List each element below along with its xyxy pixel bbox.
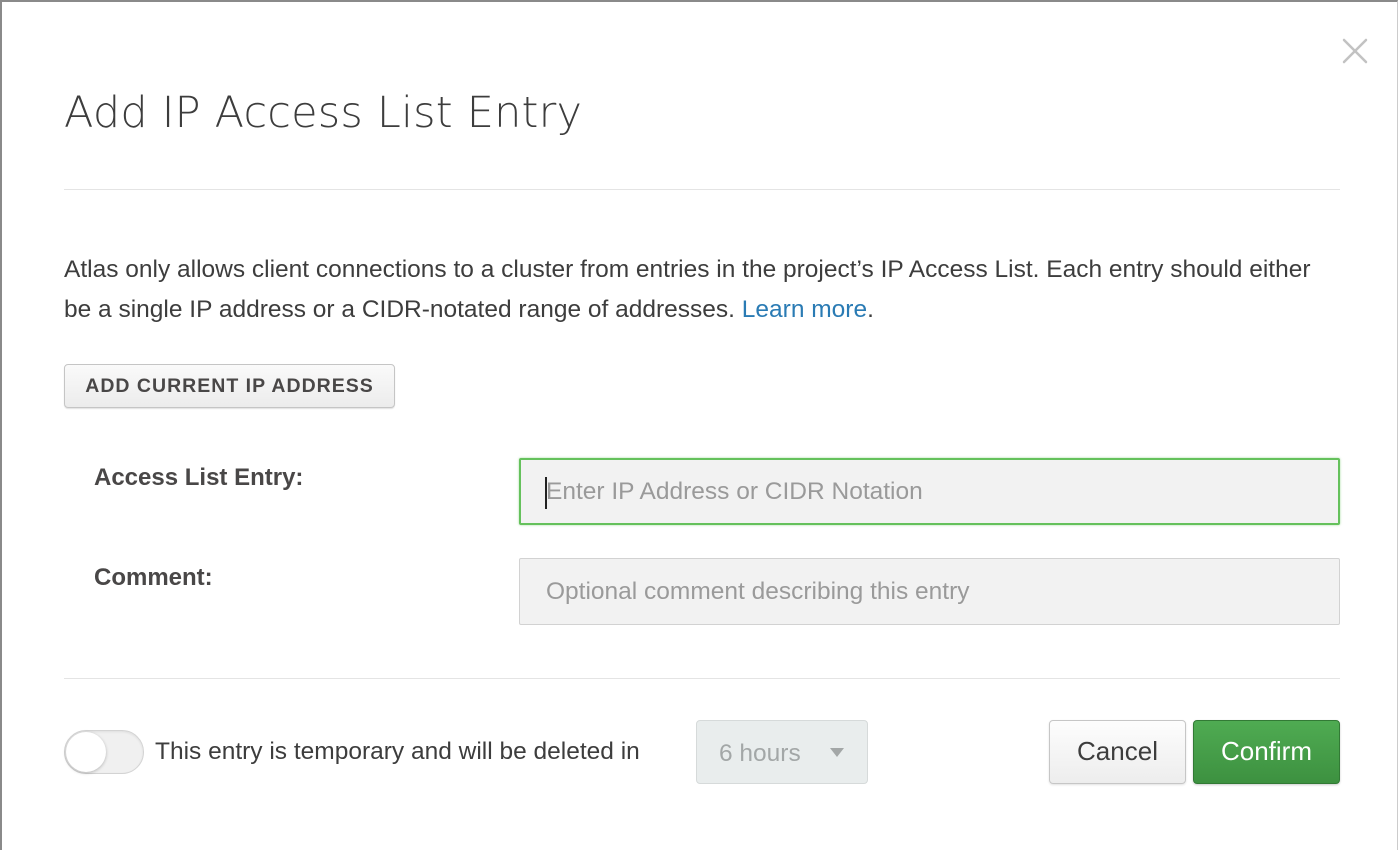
comment-label: Comment:	[94, 564, 213, 591]
duration-value: 6 hours	[719, 740, 801, 767]
footer-divider	[64, 678, 1340, 679]
duration-select[interactable]: 6 hours	[696, 720, 868, 784]
description-body: Atlas only allows client connections to …	[64, 256, 1311, 323]
header-divider	[64, 189, 1340, 190]
learn-more-link[interactable]: Learn more	[742, 296, 867, 323]
toggle-knob	[66, 732, 106, 772]
temporary-entry-text: This entry is temporary and will be dele…	[155, 738, 640, 765]
text-cursor	[545, 477, 547, 509]
access-list-entry-label: Access List Entry:	[94, 464, 304, 491]
description-text: Atlas only allows client connections to …	[64, 250, 1324, 330]
modal-title: Add IP Access List Entry	[64, 88, 583, 138]
chevron-down-icon	[829, 743, 845, 762]
temporary-entry-toggle[interactable]	[64, 730, 144, 774]
comment-input[interactable]	[519, 558, 1340, 625]
access-list-entry-input[interactable]	[519, 458, 1340, 525]
add-ip-access-list-modal: Add IP Access List Entry Atlas only allo…	[0, 0, 1398, 850]
description-trailing: .	[867, 296, 874, 323]
add-current-ip-button[interactable]: ADD CURRENT IP ADDRESS	[64, 364, 395, 408]
cancel-button[interactable]: Cancel	[1049, 720, 1186, 784]
confirm-button[interactable]: Confirm	[1193, 720, 1340, 784]
close-icon[interactable]	[1338, 34, 1372, 68]
